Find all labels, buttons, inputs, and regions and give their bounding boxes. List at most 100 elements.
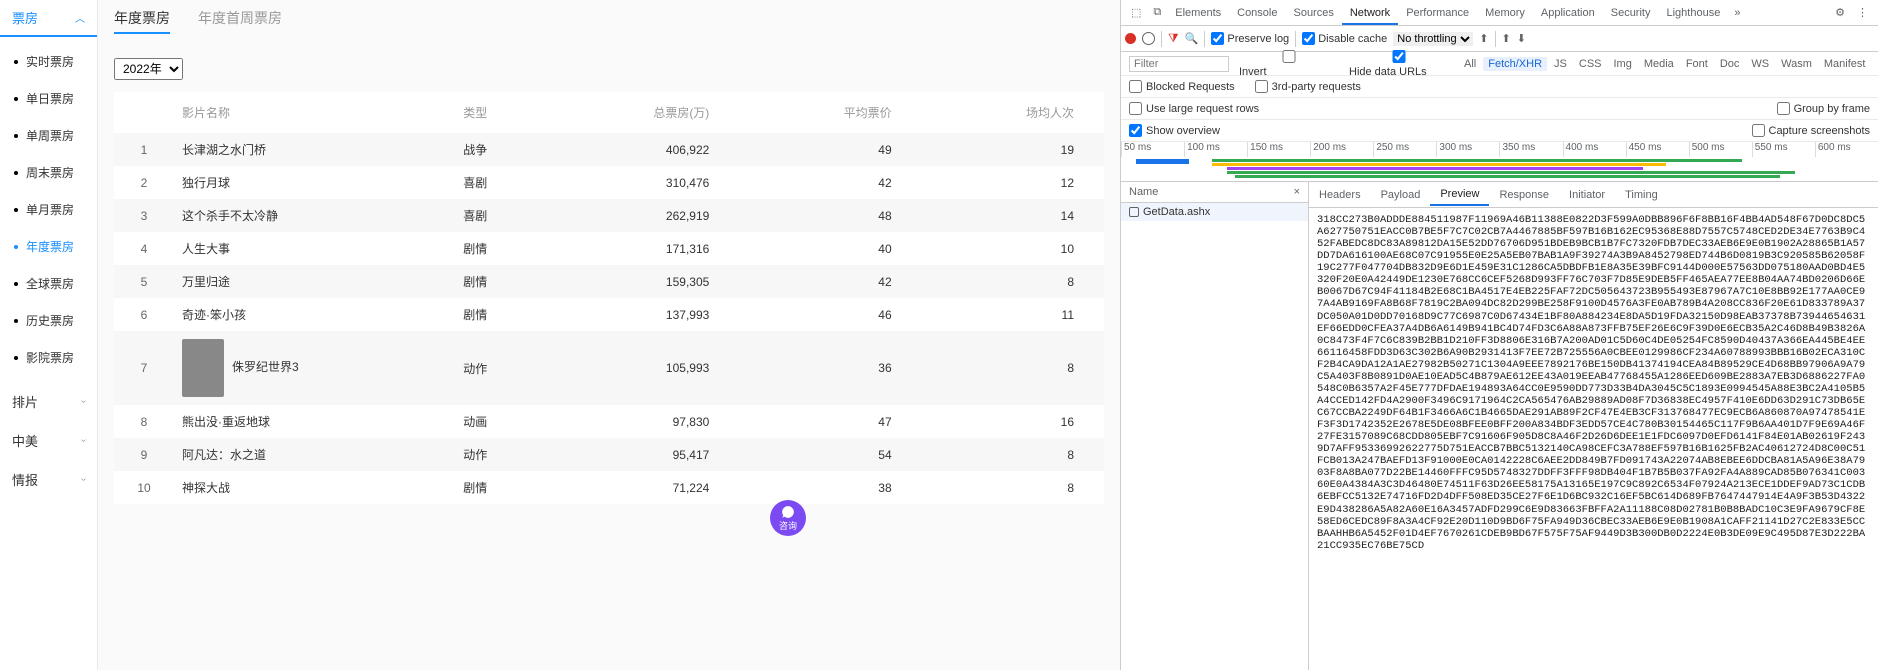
sidebar-item-2[interactable]: 单周票房 bbox=[0, 117, 97, 154]
devtools-tab-memory[interactable]: Memory bbox=[1477, 3, 1533, 23]
rank-cell: 2 bbox=[114, 166, 174, 199]
inspect-icon[interactable]: ⬚ bbox=[1125, 2, 1147, 23]
detail-tab-initiator[interactable]: Initiator bbox=[1559, 185, 1615, 205]
sidebar-item-8[interactable]: 影院票房 bbox=[0, 339, 97, 376]
rank-cell: 7 bbox=[114, 331, 174, 405]
rank-cell: 1 bbox=[114, 133, 174, 166]
show-overview-checkbox[interactable]: Show overview bbox=[1129, 124, 1220, 137]
bullet-icon bbox=[14, 356, 18, 360]
devtools-tab-network[interactable]: Network bbox=[1342, 3, 1398, 25]
name-cell: 长津湖之水门桥 bbox=[174, 133, 455, 166]
filter-pill-other[interactable]: Other bbox=[1872, 57, 1878, 71]
table-row[interactable]: 4人生大事剧情171,3164010 bbox=[114, 232, 1104, 265]
detail-tab-timing[interactable]: Timing bbox=[1615, 185, 1668, 205]
devtools-tab-application[interactable]: Application bbox=[1533, 3, 1603, 23]
filter-input[interactable] bbox=[1129, 56, 1229, 72]
content-tab-1[interactable]: 年度首周票房 bbox=[198, 8, 282, 34]
more-tabs-icon[interactable]: » bbox=[1728, 3, 1746, 23]
capture-screenshots-checkbox[interactable]: Capture screenshots bbox=[1752, 124, 1871, 137]
movie-name: 独行月球 bbox=[182, 176, 230, 190]
table-row[interactable]: 2独行月球喜剧310,4764212 bbox=[114, 166, 1104, 199]
gross-cell: 137,993 bbox=[540, 298, 739, 331]
filter-pill-js[interactable]: JS bbox=[1549, 57, 1572, 71]
table-row[interactable]: 7侏罗纪世界3动作105,993368 bbox=[114, 331, 1104, 405]
devtools-tab-elements[interactable]: Elements bbox=[1167, 3, 1229, 23]
people-cell: 12 bbox=[922, 166, 1104, 199]
filter-pill-ws[interactable]: WS bbox=[1746, 57, 1774, 71]
table-row[interactable]: 5万里归途剧情159,305428 bbox=[114, 265, 1104, 298]
table-row[interactable]: 1长津湖之水门桥战争406,9224919 bbox=[114, 133, 1104, 166]
gross-cell: 171,316 bbox=[540, 232, 739, 265]
throttling-select[interactable]: No throttling bbox=[1393, 32, 1473, 46]
filter-icon[interactable]: ⧩ bbox=[1168, 31, 1179, 46]
filter-pill-doc[interactable]: Doc bbox=[1715, 57, 1745, 71]
filter-pill-fetchxhr[interactable]: Fetch/XHR bbox=[1483, 57, 1547, 71]
devtools-tab-console[interactable]: Console bbox=[1229, 3, 1285, 23]
network-options-row-2: Use large request rows Group by frame bbox=[1121, 98, 1878, 120]
devtools-tab-security[interactable]: Security bbox=[1603, 3, 1659, 23]
year-select-wrapper: 2022年 bbox=[114, 58, 1104, 80]
movie-poster bbox=[182, 339, 224, 397]
sidebar-item-0[interactable]: 实时票房 bbox=[0, 43, 97, 80]
devtools-tab-sources[interactable]: Sources bbox=[1285, 3, 1341, 23]
sidebar-item-6[interactable]: 全球票房 bbox=[0, 265, 97, 302]
table-row[interactable]: 8熊出没·重返地球动画97,8304716 bbox=[114, 405, 1104, 438]
filter-pill-manifest[interactable]: Manifest bbox=[1819, 57, 1871, 71]
sidebar-section-0[interactable]: 排片› bbox=[0, 382, 97, 421]
table-row[interactable]: 6奇迹·笨小孩剧情137,9934611 bbox=[114, 298, 1104, 331]
disable-cache-checkbox[interactable]: Disable cache bbox=[1302, 32, 1387, 45]
detail-tab-headers[interactable]: Headers bbox=[1309, 185, 1371, 205]
devtools-menu-icon[interactable]: ⋮ bbox=[1851, 2, 1874, 23]
filter-pill-all[interactable]: All bbox=[1459, 57, 1481, 71]
gross-cell: 97,830 bbox=[540, 405, 739, 438]
invert-checkbox[interactable]: Invert bbox=[1239, 50, 1339, 78]
preserve-log-checkbox[interactable]: Preserve log bbox=[1211, 32, 1289, 45]
settings-gear-icon[interactable]: ⚙ bbox=[1829, 2, 1851, 23]
table-row[interactable]: 9阿凡达：水之道动作95,417548 bbox=[114, 438, 1104, 471]
sidebar-item-4[interactable]: 单月票房 bbox=[0, 191, 97, 228]
detail-tab-response[interactable]: Response bbox=[1489, 185, 1559, 205]
device-toolbar-icon[interactable]: ⧉ bbox=[1147, 2, 1167, 23]
filter-pill-css[interactable]: CSS bbox=[1574, 57, 1607, 71]
close-icon[interactable]: × bbox=[1294, 186, 1300, 198]
sidebar-section-2[interactable]: 情报› bbox=[0, 460, 97, 499]
search-icon[interactable]: 🔍 bbox=[1185, 32, 1199, 45]
bullet-icon bbox=[14, 319, 18, 323]
thirdparty-checkbox[interactable]: 3rd-party requests bbox=[1255, 80, 1361, 93]
download-icon[interactable]: ⬇ bbox=[1517, 32, 1526, 45]
clear-icon[interactable] bbox=[1142, 32, 1155, 45]
year-select[interactable]: 2022年 bbox=[114, 58, 183, 80]
filter-pill-media[interactable]: Media bbox=[1639, 57, 1679, 71]
sidebar-item-1[interactable]: 单日票房 bbox=[0, 80, 97, 117]
sidebar-item-7[interactable]: 历史票房 bbox=[0, 302, 97, 339]
filter-pill-img[interactable]: Img bbox=[1609, 57, 1637, 71]
filter-pill-wasm[interactable]: Wasm bbox=[1776, 57, 1817, 71]
sidebar-header-boxoffice[interactable]: 票房 ︿ bbox=[0, 0, 97, 37]
request-row[interactable]: GetData.ashx bbox=[1121, 203, 1308, 221]
devtools-tab-performance[interactable]: Performance bbox=[1398, 3, 1477, 23]
devtools-tab-lighthouse[interactable]: Lighthouse bbox=[1658, 3, 1728, 23]
group-frame-checkbox[interactable]: Group by frame bbox=[1777, 102, 1870, 115]
detail-tab-preview[interactable]: Preview bbox=[1430, 184, 1489, 206]
network-timeline[interactable]: 50 ms100 ms150 ms200 ms250 ms300 ms350 m… bbox=[1121, 142, 1878, 182]
col-header-1: 影片名称 bbox=[174, 92, 455, 133]
type-cell: 剧情 bbox=[455, 298, 540, 331]
chat-support-button[interactable]: 咨询 bbox=[770, 500, 806, 536]
people-cell: 19 bbox=[922, 133, 1104, 166]
record-icon[interactable] bbox=[1125, 33, 1136, 44]
sidebar-item-3[interactable]: 周末票房 bbox=[0, 154, 97, 191]
col-header-5: 场均人次 bbox=[922, 92, 1104, 133]
filter-pill-font[interactable]: Font bbox=[1681, 57, 1713, 71]
wifi-icon[interactable]: ⬆ bbox=[1479, 32, 1488, 45]
content-tab-0[interactable]: 年度票房 bbox=[114, 8, 170, 34]
blocked-requests-checkbox[interactable]: Blocked Requests bbox=[1129, 80, 1235, 93]
large-rows-checkbox[interactable]: Use large request rows bbox=[1129, 102, 1259, 115]
table-row[interactable]: 10神探大战剧情71,224388 bbox=[114, 471, 1104, 504]
upload-icon[interactable]: ⬆ bbox=[1502, 32, 1511, 45]
sidebar-item-5[interactable]: 年度票房 bbox=[0, 228, 97, 265]
hide-data-urls-checkbox[interactable]: Hide data URLs bbox=[1349, 50, 1449, 78]
chevron-up-icon: ︿ bbox=[75, 10, 85, 25]
detail-tab-payload[interactable]: Payload bbox=[1371, 185, 1431, 205]
sidebar-section-1[interactable]: 中美› bbox=[0, 421, 97, 460]
table-row[interactable]: 3这个杀手不太冷静喜剧262,9194814 bbox=[114, 199, 1104, 232]
